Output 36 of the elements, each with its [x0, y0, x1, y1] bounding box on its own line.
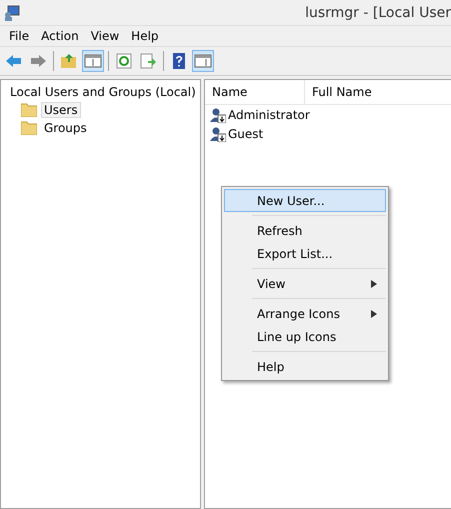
menu-item[interactable]: Help — [126, 28, 164, 44]
tree-item[interactable]: Local Users and Groups (Local) — [7, 84, 199, 100]
folder-up-icon — [60, 52, 78, 70]
menu-item[interactable]: Action — [36, 28, 84, 44]
console-tree-icon — [84, 52, 102, 70]
tree-item[interactable]: Users — [41, 102, 81, 118]
user-name[interactable]: Guest — [228, 126, 264, 140]
forward-arrow-icon — [29, 52, 47, 70]
user-name[interactable]: Administrator — [228, 108, 310, 122]
context-menu-item[interactable]: Export List... — [224, 242, 386, 265]
folder-icon — [21, 121, 37, 135]
refresh-icon — [115, 52, 133, 70]
tree-item[interactable]: Groups — [41, 120, 90, 136]
toolbar-button[interactable] — [192, 50, 214, 72]
context-menu-item[interactable]: Refresh — [224, 219, 386, 242]
back-arrow-icon — [5, 52, 23, 70]
toolbar-button[interactable] — [82, 50, 104, 72]
menu-item[interactable]: File — [4, 28, 34, 44]
context-menu-item[interactable]: Help — [224, 355, 386, 378]
column-header[interactable]: Name — [205, 80, 305, 104]
context-menu-item[interactable]: View — [224, 272, 386, 295]
user-icon — [210, 126, 226, 142]
context-menu-item[interactable]: Line up Icons — [224, 325, 386, 348]
context-menu-item[interactable]: Arrange Icons — [224, 302, 386, 325]
submenu-caret-icon — [371, 310, 377, 318]
export-list-icon — [139, 52, 157, 70]
column-header[interactable]: Full Name — [305, 80, 451, 104]
folder-icon — [21, 103, 37, 117]
action-pane-icon — [194, 52, 212, 70]
context-menu-item[interactable]: New User... — [224, 189, 386, 212]
submenu-caret-icon — [371, 280, 377, 288]
menu-item[interactable]: View — [86, 28, 124, 44]
window-title: lusrmgr - [Local User — [305, 4, 451, 20]
user-icon — [210, 106, 226, 122]
help-icon — [170, 52, 188, 70]
computer-users-icon — [4, 4, 20, 20]
